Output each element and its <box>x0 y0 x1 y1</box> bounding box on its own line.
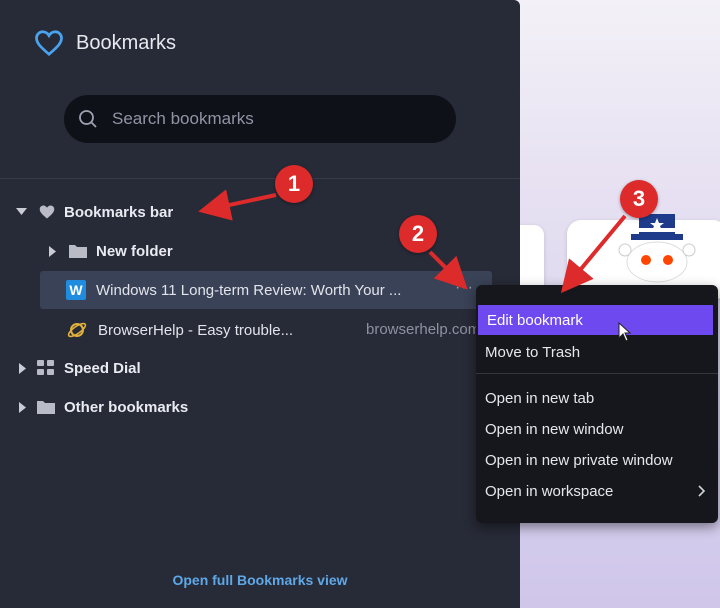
chevron-down-icon[interactable] <box>14 208 28 216</box>
mouse-cursor-icon <box>618 322 632 342</box>
reddit-mascot-icon <box>618 214 696 283</box>
menu-item-move-to-trash[interactable]: Move to Trash <box>476 337 716 367</box>
more-options-icon[interactable]: ··· <box>455 279 474 297</box>
context-menu: Edit bookmark Move to Trash Open in new … <box>476 285 718 523</box>
tree-item-label: Other bookmarks <box>64 398 189 416</box>
menu-item-label: Open in new window <box>485 420 624 438</box>
search-icon <box>79 110 97 128</box>
menu-item-edit-bookmark[interactable]: Edit bookmark <box>478 305 713 335</box>
tree-item-label: Speed Dial <box>64 359 141 377</box>
tree-item-label: Windows 11 Long-term Review: Worth Your … <box>96 281 402 299</box>
annotation-badge-1: 1 <box>275 165 313 203</box>
chevron-right-icon[interactable] <box>16 401 30 413</box>
menu-item-open-in-workspace[interactable]: Open in workspace <box>476 476 716 506</box>
panel-header: Bookmarks <box>34 28 176 58</box>
menu-item-label: Move to Trash <box>485 343 581 361</box>
menu-item-label: Open in new tab <box>485 389 595 407</box>
heart-icon <box>35 30 63 57</box>
chevron-right-icon[interactable] <box>16 362 30 374</box>
bookmark-domain: browserhelp.com <box>366 321 476 338</box>
folder-icon <box>37 401 55 414</box>
bookmarks-panel: Bookmarks Search bookmarks Bookmarks bar… <box>0 0 520 608</box>
search-placeholder: Search bookmarks <box>112 109 254 128</box>
planet-icon <box>67 322 87 338</box>
folder-icon <box>69 245 87 258</box>
tree-item-speed-dial[interactable]: Speed Dial <box>16 351 141 385</box>
annotation-badge-2: 2 <box>399 215 437 253</box>
tree-item-label: BrowserHelp - Easy trouble... <box>98 321 294 339</box>
menu-item-open-new-window[interactable]: Open in new window <box>476 414 716 444</box>
tree-item-label: Bookmarks bar <box>64 203 174 221</box>
site-favicon-w-icon: W <box>66 280 86 300</box>
menu-item-open-private-window[interactable]: Open in new private window <box>476 445 716 475</box>
speed-dial-grid-icon <box>37 360 54 375</box>
menu-item-label: Edit bookmark <box>487 311 583 329</box>
divider <box>0 178 520 179</box>
tree-item-other-bookmarks[interactable]: Other bookmarks <box>16 390 188 424</box>
tree-item-windows-bookmark[interactable]: W Windows 11 Long-term Review: Worth You… <box>40 271 492 309</box>
chevron-right-icon[interactable] <box>46 245 60 257</box>
chevron-right-icon <box>698 485 706 497</box>
menu-separator <box>476 373 718 374</box>
panel-title: Bookmarks <box>76 31 177 54</box>
tree-item-bookmarks-bar[interactable]: Bookmarks bar <box>14 195 173 229</box>
annotation-badge-3: 3 <box>620 180 658 218</box>
tree-item-label: New folder <box>96 242 173 260</box>
menu-item-label: Open in workspace <box>485 482 614 500</box>
tree-item-new-folder[interactable]: New folder <box>46 234 173 268</box>
tree-item-browserhelp-bookmark[interactable]: BrowserHelp - Easy trouble... <box>66 313 293 347</box>
search-input[interactable]: Search bookmarks <box>64 95 456 143</box>
open-full-bookmarks-link[interactable]: Open full Bookmarks view <box>0 572 520 588</box>
heart-filled-icon <box>39 205 55 219</box>
menu-item-open-new-tab[interactable]: Open in new tab <box>476 383 716 413</box>
menu-item-label: Open in new private window <box>485 451 673 469</box>
